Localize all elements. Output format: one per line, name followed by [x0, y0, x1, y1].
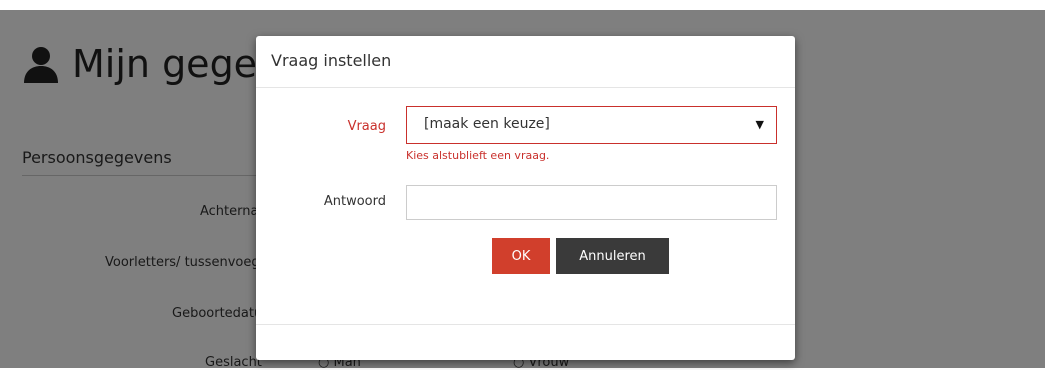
top-strip [0, 0, 1045, 10]
question-select-value: [maak een keuze] [424, 116, 550, 132]
question-dialog: Vraag instellen Vraag [maak een keuze] ▼… [256, 36, 795, 360]
question-error: Kies alstublieft een vraag. [406, 149, 550, 162]
answer-input[interactable] [406, 185, 777, 220]
question-label: Vraag [347, 119, 386, 134]
question-select[interactable]: [maak een keuze] ▼ [406, 106, 777, 144]
dialog-footer-divider [256, 324, 795, 325]
caret-down-icon: ▼ [755, 118, 764, 131]
answer-label: Antwoord [323, 194, 386, 209]
dialog-title: Vraag instellen [256, 36, 795, 88]
ok-button[interactable]: OK [492, 238, 550, 274]
cancel-button[interactable]: Annuleren [556, 238, 669, 274]
